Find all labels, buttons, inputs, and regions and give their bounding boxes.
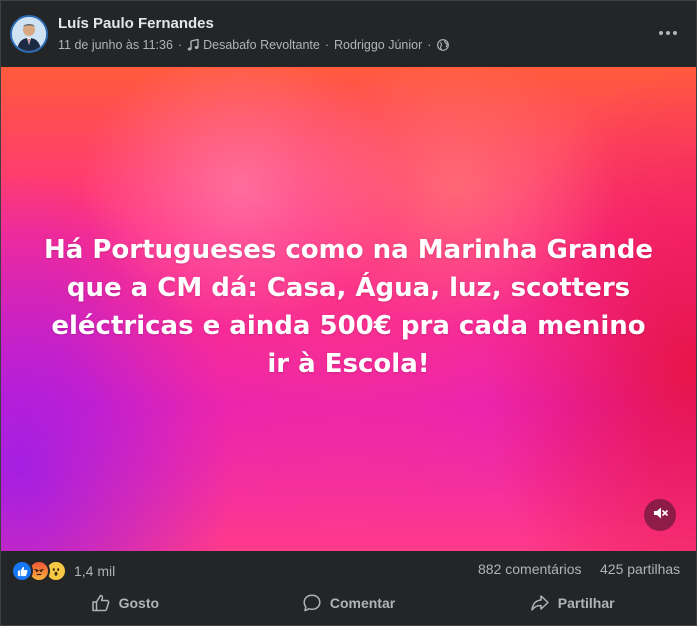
comment-button[interactable]: Comentar: [237, 587, 461, 619]
media-caption: Há Portugueses como na Marinha Grande qu…: [43, 235, 654, 379]
separator-dot: ·: [177, 38, 183, 52]
separator-dot: ·: [427, 38, 432, 52]
more-dot: [673, 31, 677, 35]
comments-count[interactable]: 882 comentários: [478, 561, 582, 577]
share-label: Partilhar: [557, 595, 615, 611]
share-button[interactable]: Partilhar: [460, 587, 684, 619]
post-header: Luís Paulo Fernandes 11 de junho às 11:3…: [1, 1, 696, 67]
post-stats: 1,4 mil 882 comentários 425 partilhas: [1, 551, 696, 587]
shares-count[interactable]: 425 partilhas: [600, 561, 680, 577]
audio-title[interactable]: Desabafo Revoltante: [203, 38, 320, 52]
audio-artist[interactable]: Rodriggo Júnior: [334, 38, 422, 52]
more-dot: [666, 31, 670, 35]
author-name[interactable]: Luís Paulo Fernandes: [58, 15, 214, 32]
author-avatar[interactable]: [10, 15, 48, 53]
like-reaction-icon: [11, 560, 33, 582]
more-dot: [659, 31, 663, 35]
thumbs-up-icon: [91, 593, 111, 613]
share-arrow-icon: [530, 593, 550, 613]
reaction-count[interactable]: 1,4 mil: [74, 563, 115, 579]
like-label: Gosto: [118, 595, 160, 611]
like-button[interactable]: Gosto: [13, 587, 237, 619]
music-note-icon: [187, 39, 199, 51]
post-date[interactable]: 11 de junho às 11:36: [58, 38, 173, 52]
globe-icon[interactable]: [437, 39, 450, 51]
reactions-summary[interactable]: 1,4 mil: [11, 560, 115, 582]
comment-bubble-icon: [302, 593, 322, 613]
post-media[interactable]: Há Portugueses como na Marinha Grande qu…: [1, 67, 696, 551]
speaker-muted-icon: [652, 505, 668, 526]
comment-label: Comentar: [329, 595, 396, 611]
separator-dot: ·: [324, 38, 330, 52]
post-meta: 11 de junho às 11:36 · Desabafo Revoltan…: [58, 38, 450, 52]
mute-button[interactable]: [644, 499, 676, 531]
more-options-button[interactable]: [654, 21, 682, 45]
post-actions: Gosto Comentar Partilhar: [13, 587, 684, 619]
post-card: Luís Paulo Fernandes 11 de junho às 11:3…: [0, 0, 697, 626]
